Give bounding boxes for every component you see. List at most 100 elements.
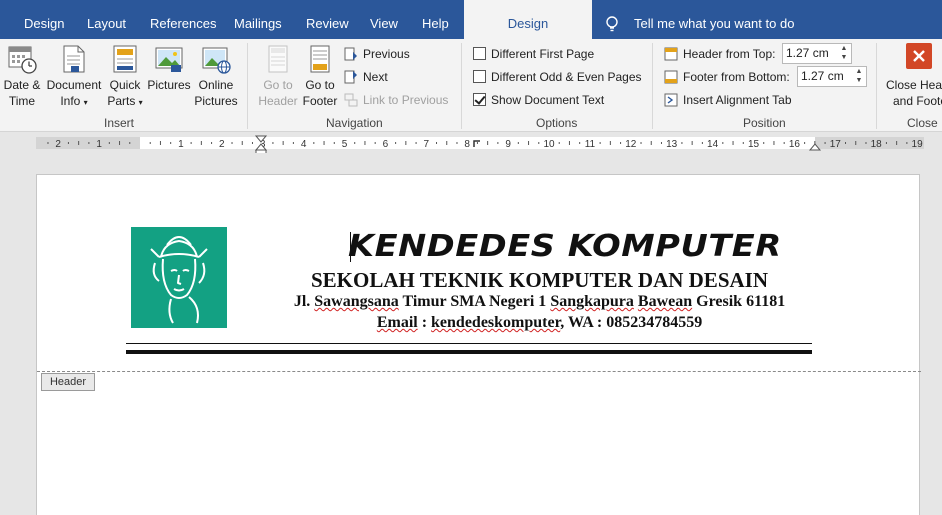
- header-rule-thick: [126, 350, 812, 354]
- right-indent-marker: [808, 143, 822, 151]
- tab-review[interactable]: Review: [306, 0, 349, 39]
- address-part: Gresik 61181: [692, 293, 786, 310]
- ruler-number: 7: [424, 139, 430, 150]
- group-separator: [876, 43, 877, 129]
- ruler-number: 9: [505, 139, 511, 150]
- lightbulb-icon: [606, 16, 618, 32]
- ruler-number: 17: [830, 139, 842, 150]
- close-header-footer-button[interactable]: Close Head and Foote: [882, 43, 942, 109]
- header-contact[interactable]: Email : kendedeskomputer, WA : 085234784…: [37, 314, 942, 332]
- previous-section-icon: [344, 47, 358, 61]
- different-odd-even-checkbox[interactable]: Different Odd & Even Pages: [473, 68, 642, 86]
- go-to-header-icon: [262, 43, 294, 75]
- group-label-close: Close: [907, 116, 938, 130]
- ruler-number: 6: [383, 139, 389, 150]
- online-pictures-label-2: Pictures: [194, 94, 238, 108]
- ruler-number: 13: [666, 139, 678, 150]
- date-time-label-1: Date &: [3, 78, 41, 92]
- document-info-label-row: Info ▾: [44, 93, 104, 111]
- tab-help[interactable]: Help: [422, 0, 449, 39]
- insert-alignment-tab-button[interactable]: Insert Alignment Tab: [664, 91, 792, 109]
- pictures-button[interactable]: Pictures: [146, 43, 192, 93]
- ruler-number: 2: [219, 139, 225, 150]
- online-pictures-button[interactable]: Online Pictures: [193, 43, 239, 109]
- document-info-button[interactable]: Document Info ▾: [44, 43, 104, 111]
- quick-parts-label-1: Quick: [109, 78, 141, 92]
- online-pictures-label-1: Online: [198, 78, 234, 92]
- link-icon: [344, 93, 358, 107]
- left-indent-marker: [255, 149, 267, 153]
- footer-from-bottom-label-row: Footer from Bottom:: [664, 68, 790, 86]
- group-separator: [652, 43, 653, 129]
- go-to-header-button[interactable]: Go to Header: [256, 43, 300, 109]
- checkbox-checked-icon: [473, 93, 486, 106]
- tab-layout[interactable]: Layout: [87, 0, 126, 39]
- spelling-flagged-word: Bawean: [637, 293, 693, 310]
- previous-label: Previous: [363, 47, 410, 61]
- previous-button[interactable]: Previous: [344, 45, 410, 63]
- quick-parts-label-row: Parts ▾: [105, 93, 145, 111]
- link-to-previous-label: Link to Previous: [363, 93, 449, 107]
- document-page[interactable]: KENDEDES KOMPUTER SEKOLAH TEKNIK KOMPUTE…: [36, 174, 921, 515]
- spelling-flagged-word: kendedeskomputer: [431, 314, 561, 331]
- header-title[interactable]: KENDEDES KOMPUTER: [348, 229, 782, 264]
- horizontal-ruler[interactable]: 2 1 1 2 3 4 5 6 7 8 9 10 11 12 13 14 15 16 17 18 19: [0, 133, 942, 153]
- quick-parts-icon: [109, 43, 141, 75]
- different-first-page-checkbox[interactable]: Different First Page: [473, 45, 594, 63]
- next-label: Next: [363, 70, 388, 84]
- footer-from-bottom-label: Footer from Bottom:: [683, 70, 790, 84]
- go-to-header-label-2: Header: [258, 94, 298, 108]
- close-label-1: Close Head: [886, 78, 942, 92]
- date-time-button[interactable]: Date & Time: [2, 43, 42, 109]
- address-part: Jl.: [293, 293, 315, 310]
- footer-from-bottom-input[interactable]: 1.27 cm ▲ ▼: [797, 66, 867, 87]
- tab-view[interactable]: View: [370, 0, 398, 39]
- header-from-top-input[interactable]: 1.27 cm ▲ ▼: [782, 43, 852, 64]
- spelling-flagged-word: Email: [376, 314, 418, 331]
- group-label-navigation: Navigation: [326, 116, 383, 130]
- ruler-number: 1: [178, 139, 184, 150]
- footer-from-bottom-value: 1.27 cm: [801, 69, 844, 83]
- ribbon-tab-bar: Design Layout References Mailings Review…: [0, 0, 942, 39]
- contact-part: , WA : 085234784559: [560, 314, 703, 331]
- group-label-insert: Insert: [104, 116, 135, 130]
- ruler-number: 12: [625, 139, 637, 150]
- ruler-number: 14: [707, 139, 719, 150]
- ruler-number: 2: [55, 139, 61, 150]
- date-time-label-2: Time: [8, 94, 36, 108]
- calendar-clock-icon: [6, 43, 38, 75]
- header-subtitle[interactable]: SEKOLAH TEKNIK KOMPUTER DAN DESAIN: [37, 268, 942, 293]
- show-document-text-checkbox[interactable]: Show Document Text: [473, 91, 604, 109]
- link-to-previous-button[interactable]: Link to Previous: [344, 91, 448, 109]
- checkbox-unchecked-icon: [473, 47, 486, 60]
- tab-header-footer-design[interactable]: Design: [464, 0, 592, 39]
- ruler-number: 15: [748, 139, 760, 150]
- tab-mailings[interactable]: Mailings: [234, 0, 282, 39]
- ruler-number: 19: [912, 139, 924, 150]
- spinner-arrows-icon[interactable]: ▲ ▼: [852, 67, 866, 86]
- header-address[interactable]: Jl. Sawangsana Timur SMA Negeri 1 Sangka…: [37, 293, 942, 311]
- close-label-2: and Foote: [893, 94, 942, 108]
- header-tag: Header: [41, 373, 95, 391]
- pictures-label: Pictures: [147, 78, 191, 92]
- ruler-number: 16: [789, 139, 801, 150]
- alignment-tab-icon: [664, 93, 678, 107]
- different-first-page-label: Different First Page: [491, 47, 595, 61]
- footer-position-icon: [664, 70, 678, 84]
- tab-design-doc[interactable]: Design: [24, 0, 64, 39]
- next-button[interactable]: Next: [344, 68, 388, 86]
- group-separator: [247, 43, 248, 129]
- chevron-down-icon: ▾: [138, 98, 143, 107]
- quick-parts-label-2: Parts: [107, 94, 136, 108]
- spinner-arrows-icon[interactable]: ▲ ▼: [837, 44, 851, 63]
- go-to-footer-label-1: Go to: [305, 78, 335, 92]
- show-document-text-label: Show Document Text: [491, 93, 605, 107]
- header-from-top-label-row: Header from Top:: [664, 45, 776, 63]
- chevron-down-icon: ▾: [83, 98, 88, 107]
- close-icon: [906, 43, 932, 69]
- spelling-flagged-word: Sangkapura: [550, 293, 634, 310]
- insert-alignment-tab-label: Insert Alignment Tab: [683, 93, 792, 107]
- tab-references[interactable]: References: [150, 0, 216, 39]
- go-to-footer-button[interactable]: Go to Footer: [300, 43, 340, 109]
- quick-parts-button[interactable]: Quick Parts ▾: [105, 43, 145, 111]
